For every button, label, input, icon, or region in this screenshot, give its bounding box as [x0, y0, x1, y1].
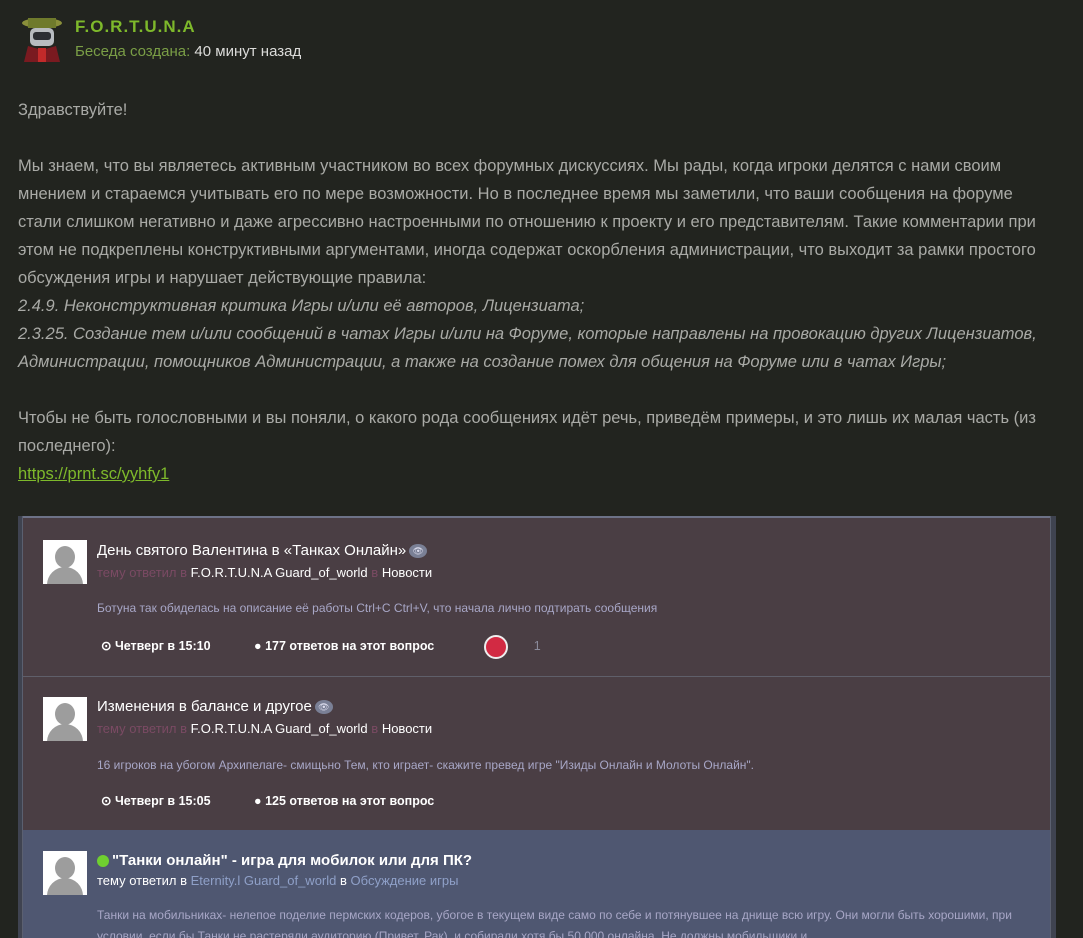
reaction-count: 1: [533, 639, 541, 654]
conversation-header: F.O.R.T.U.N.A Беседа создана: 40 минут н…: [18, 12, 301, 62]
topic-forum[interactable]: Новости: [382, 721, 432, 736]
unread-icon: [97, 855, 109, 868]
topic-forum[interactable]: Новости: [382, 565, 432, 580]
topic-title[interactable]: "Танки онлайн" - игра для мобилок или дл…: [97, 852, 472, 869]
author-name[interactable]: F.O.R.T.U.N.A: [75, 17, 301, 37]
topic-authors[interactable]: F.O.R.T.U.N.A Guard_of_world: [191, 721, 368, 736]
eye-icon: 👁: [314, 700, 333, 715]
clock-icon: ⊙ Четверг в 15:10: [101, 639, 211, 654]
author-avatar[interactable]: [18, 12, 66, 62]
topic-authors[interactable]: F.O.R.T.U.N.A Guard_of_world: [191, 565, 368, 580]
created-label: Беседа создана:: [75, 43, 191, 60]
topic-stats: ⊙ Четверг в 15:05 ● 125 ответов на этот …: [101, 793, 474, 808]
topic-meta: тему ответил в F.O.R.T.U.N.A Guard_of_wo…: [97, 565, 433, 580]
topic-title[interactable]: День святого Валентина в «Танках Онлайн»…: [97, 542, 428, 559]
topic-avatar[interactable]: [43, 540, 87, 584]
rule-2-4-9: 2.4.9. Неконструктивная критика Игры и/и…: [18, 297, 585, 315]
topic-item[interactable]: День святого Валентина в «Танках Онлайн»…: [23, 516, 1050, 676]
topic-description: Ботуна так обиделась на описание её рабо…: [97, 601, 658, 615]
topic-avatar[interactable]: [43, 697, 87, 741]
topic-author[interactable]: Eternity.l: [191, 873, 241, 888]
clock-icon: ⊙ Четверг в 15:05: [101, 794, 211, 808]
reaction-icon[interactable]: [483, 635, 508, 659]
message-body: Здравствуйте! Мы знаем, что вы являетесь…: [18, 96, 1058, 488]
embedded-screenshot: День святого Валентина в «Танках Онлайн»…: [18, 516, 1056, 938]
eye-icon: 👁: [409, 544, 428, 559]
topic-forum[interactable]: Обсуждение игры: [351, 873, 459, 888]
topic-description: Танки на мобильниках- нелепое поделие пе…: [97, 908, 1012, 938]
rule-2-3-25: 2.3.25. Создание тем и/или сообщений в ч…: [18, 325, 1037, 371]
topic-meta: тему ответил в Eternity.l Guard_of_world…: [97, 873, 459, 888]
message-paragraph-1: Мы знаем, что вы являетесь активным учас…: [18, 157, 1036, 287]
topic-meta: тему ответил в F.O.R.T.U.N.A Guard_of_wo…: [97, 721, 433, 736]
screenshot-link[interactable]: https://prnt.sc/yyhfy1: [18, 465, 169, 483]
topic-item[interactable]: Изменения в балансе и другое 👁 тему ответ…: [23, 676, 1050, 831]
topic-stats: ⊙ Четверг в 15:10 ● 177 ответов на этот …: [101, 635, 561, 659]
message-paragraph-2: Чтобы не быть голословными и вы поняли, …: [18, 409, 1036, 455]
topic-description: 16 игроков на убогом Архипелаге- смищьно…: [97, 758, 754, 772]
comment-icon: ● 177 ответов на этот вопрос: [254, 639, 435, 654]
topic-author[interactable]: Guard_of_world: [244, 873, 337, 888]
comment-icon: ● 125 ответов на этот вопрос: [254, 794, 435, 808]
created-value: 40 минут назад: [194, 43, 302, 60]
topic-item[interactable]: "Танки онлайн" - игра для мобилок или дл…: [23, 830, 1050, 938]
topic-avatar[interactable]: [43, 851, 87, 895]
created-info: Беседа создана: 40 минут назад: [75, 43, 301, 60]
greeting: Здравствуйте!: [18, 101, 128, 119]
topic-title[interactable]: Изменения в балансе и другое 👁: [97, 698, 333, 715]
